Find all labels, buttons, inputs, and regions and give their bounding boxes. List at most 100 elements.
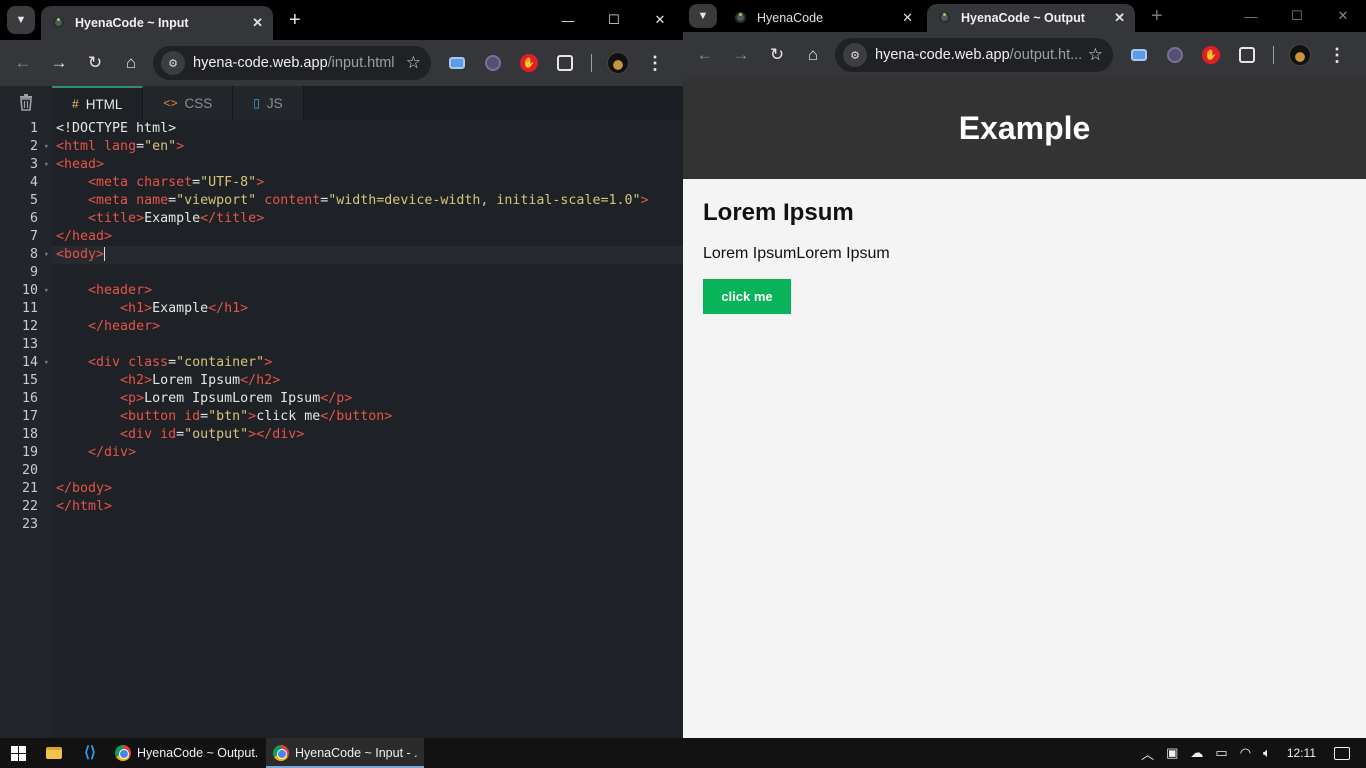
menu-kebab-icon[interactable]: ⋮ — [1328, 45, 1346, 66]
extensions-puzzle-icon[interactable] — [1233, 41, 1261, 69]
tab-input[interactable]: HyenaCode ~ Input ✕ — [41, 6, 273, 40]
volume-icon[interactable]: 🔈︎ — [1263, 745, 1271, 761]
profile-avatar[interactable] — [1286, 41, 1314, 69]
reload-button[interactable]: ↻ — [759, 37, 795, 73]
close-tab-icon[interactable]: ✕ — [902, 10, 913, 26]
code-line[interactable]: </header> — [52, 318, 683, 336]
line-number: 21 — [21, 481, 38, 496]
tab-js[interactable]: ▯ JS — [233, 86, 304, 120]
vscode-button[interactable]: ⟨⟩ — [72, 738, 108, 768]
extension-circle-icon[interactable] — [479, 49, 507, 77]
code-line[interactable] — [52, 336, 683, 354]
reload-button[interactable]: ↻ — [77, 45, 113, 81]
code-line[interactable]: <div class="container"> — [52, 354, 683, 372]
code-line[interactable]: </head> — [52, 228, 683, 246]
code-line[interactable] — [52, 264, 683, 282]
extension-screen-icon[interactable] — [1125, 41, 1153, 69]
js-file-icon: ▯ — [253, 96, 260, 110]
line-number: 12 — [21, 319, 38, 334]
cloud-icon[interactable]: ☁ — [1190, 745, 1203, 761]
code-line[interactable]: <div id="output"></div> — [52, 426, 683, 444]
code-line[interactable]: <p>Lorem IpsumLorem Ipsum</p> — [52, 390, 683, 408]
hash-icon: # — [72, 97, 79, 111]
extensions-puzzle-icon[interactable] — [551, 49, 579, 77]
chrome-icon — [273, 745, 289, 761]
chevron-up-icon[interactable]: ︿ — [1141, 744, 1154, 763]
close-window-button[interactable]: ✕ — [637, 0, 683, 40]
back-button[interactable]: ← — [687, 37, 723, 73]
tab-css[interactable]: <> CSS — [143, 86, 234, 120]
extension-screen-icon[interactable] — [443, 49, 471, 77]
close-tab-icon[interactable]: ✕ — [252, 15, 263, 31]
code-line[interactable]: <meta name="viewport" content="width=dev… — [52, 192, 683, 210]
notification-icon[interactable] — [1334, 746, 1350, 760]
extension-adblock-icon[interactable]: ✋ — [1197, 41, 1225, 69]
site-info-icon[interactable]: ⚙ — [843, 43, 867, 67]
code-line[interactable]: <html lang="en"> — [52, 138, 683, 156]
code-line[interactable] — [52, 516, 683, 534]
wifi-icon[interactable]: ◠ — [1240, 745, 1251, 761]
tab-search-button[interactable]: ▼ — [7, 6, 35, 34]
code-line[interactable]: <button id="btn">click me</button> — [52, 408, 683, 426]
clock[interactable]: 12:11 — [1287, 746, 1316, 760]
home-button[interactable]: ⌂ — [113, 45, 149, 81]
line-number: 19 — [21, 445, 38, 460]
click-me-button[interactable]: click me — [703, 279, 791, 314]
file-explorer-button[interactable] — [36, 738, 72, 768]
code-line[interactable]: <h1>Example</h1> — [52, 300, 683, 318]
taskbar-app-input[interactable]: HyenaCode ~ Input - ... — [266, 738, 424, 768]
meet-now-icon[interactable]: ▣ — [1166, 745, 1178, 761]
code-line[interactable]: <!DOCTYPE html> — [52, 120, 683, 138]
taskbar-app-label: HyenaCode ~ Input - ... — [295, 746, 417, 760]
code-line[interactable]: </html> — [52, 498, 683, 516]
new-tab-button[interactable]: + — [1151, 5, 1163, 28]
site-info-icon[interactable]: ⚙ — [161, 51, 185, 75]
output-browser-window: ▼ HyenaCode ✕ HyenaCode ~ Output ✕ + — ☐… — [683, 0, 1366, 738]
content-container: Lorem Ipsum Lorem IpsumLorem Ipsum click… — [683, 179, 1366, 334]
tab-output[interactable]: HyenaCode ~ Output ✕ — [927, 4, 1135, 32]
forward-button[interactable]: → — [41, 45, 77, 81]
windows-logo-icon — [10, 745, 26, 761]
close-tab-icon[interactable]: ✕ — [1114, 10, 1125, 26]
code-line[interactable]: <header> — [52, 282, 683, 300]
tab-search-button[interactable]: ▼ — [689, 4, 717, 28]
menu-kebab-icon[interactable]: ⋮ — [646, 53, 664, 74]
code-line[interactable]: <h2>Lorem Ipsum</h2> — [52, 372, 683, 390]
code-area[interactable]: <!DOCTYPE html> <html lang="en"> <head> <m… — [52, 120, 683, 534]
code-line[interactable]: </div> — [52, 444, 683, 462]
code-line[interactable]: <meta charset="UTF-8"> — [52, 174, 683, 192]
bookmark-star-icon[interactable]: ☆ — [406, 53, 421, 73]
code-line[interactable]: </body> — [52, 480, 683, 498]
editor-tabs: # HTML <> CSS ▯ JS — [52, 86, 683, 120]
code-line[interactable]: <body> — [52, 246, 683, 264]
address-bar[interactable]: ⚙ hyena-code.web.app/input.html ☆ — [153, 46, 431, 80]
bookmark-star-icon[interactable]: ☆ — [1088, 45, 1103, 65]
minimize-button[interactable]: — — [545, 0, 591, 40]
tab-html[interactable]: # HTML — [52, 86, 144, 120]
home-button[interactable]: ⌂ — [795, 37, 831, 73]
line-number: 13 — [21, 337, 38, 352]
extension-circle-icon[interactable] — [1161, 41, 1189, 69]
trash-icon[interactable] — [17, 93, 35, 111]
desktop: ▼ HyenaCode ~ Input ✕ + — ☐ ✕ ← → ↻ ⌂ ⚙ … — [0, 0, 1366, 768]
forward-button[interactable]: → — [723, 37, 759, 73]
minimize-button[interactable]: — — [1228, 0, 1274, 32]
line-number: 9 — [29, 265, 38, 280]
chevron-down-icon: ▼ — [15, 14, 27, 26]
maximize-button[interactable]: ☐ — [591, 0, 637, 40]
title-bar: ▼ HyenaCode ✕ HyenaCode ~ Output ✕ + — ☐… — [683, 0, 1366, 32]
extension-adblock-icon[interactable]: ✋ — [515, 49, 543, 77]
code-line[interactable] — [52, 462, 683, 480]
close-window-button[interactable]: ✕ — [1320, 0, 1366, 32]
start-button[interactable] — [0, 738, 36, 768]
back-button[interactable]: ← — [5, 45, 41, 81]
tab-hyenacode[interactable]: HyenaCode ✕ — [723, 4, 923, 32]
profile-avatar[interactable] — [604, 49, 632, 77]
battery-icon[interactable]: ▭ — [1215, 745, 1227, 761]
taskbar-app-output[interactable]: HyenaCode ~ Output... — [108, 738, 266, 768]
maximize-button[interactable]: ☐ — [1274, 0, 1320, 32]
new-tab-button[interactable]: + — [289, 9, 301, 32]
code-line[interactable]: <head> — [52, 156, 683, 174]
address-bar[interactable]: ⚙ hyena-code.web.app/output.ht... ☆ — [835, 38, 1113, 72]
code-line[interactable]: <title>Example</title> — [52, 210, 683, 228]
